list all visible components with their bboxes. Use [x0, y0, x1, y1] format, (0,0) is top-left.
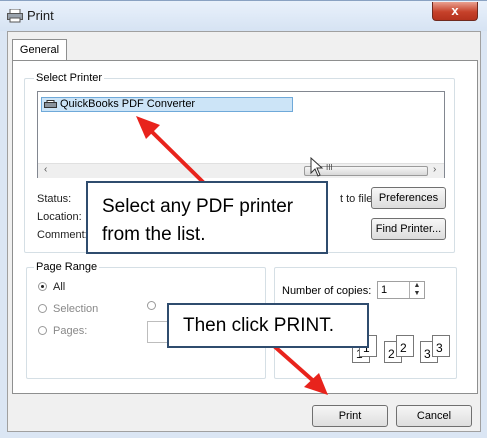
- spin-up-icon[interactable]: ▲: [414, 282, 421, 289]
- callout-click-print-text: Then click PRINT.: [183, 315, 334, 336]
- mouse-cursor-icon: [310, 156, 324, 180]
- radio-all[interactable]: All: [38, 281, 65, 293]
- page-range-label: Page Range: [34, 261, 100, 273]
- close-button[interactable]: x: [432, 2, 478, 21]
- radio-all-label: All: [53, 281, 66, 293]
- tab-general[interactable]: General: [12, 39, 67, 61]
- print-button[interactable]: Print: [312, 405, 388, 427]
- collate-page: 2: [396, 335, 414, 357]
- collate-page: 3: [432, 335, 450, 357]
- tab-general-label: General: [19, 44, 60, 56]
- printer-item-label: QuickBooks PDF Converter: [60, 98, 196, 110]
- print-dialog-window: Print x General Select Printer QuickBook…: [0, 0, 487, 438]
- close-icon: x: [451, 3, 459, 18]
- spin-down-icon[interactable]: ▼: [414, 290, 421, 297]
- radio-pages[interactable]: Pages:: [38, 325, 87, 337]
- radio-dot-icon: [38, 304, 47, 313]
- scroll-right-icon[interactable]: ›: [433, 164, 436, 175]
- printer-small-icon: [44, 100, 57, 109]
- status-label: Status:: [37, 193, 72, 205]
- radio-current-page[interactable]: [147, 301, 156, 310]
- radio-selection-label: Selection: [53, 303, 99, 315]
- printer-icon: [7, 8, 23, 23]
- callout-select-printer-text: Select any PDF printer from the list.: [102, 196, 294, 245]
- title-bar: Print x: [0, 1, 487, 31]
- printer-list-scrollbar[interactable]: ‹ ›: [38, 163, 444, 178]
- callout-click-print: Then click PRINT.: [167, 303, 369, 348]
- comment-label: Comment:: [37, 229, 88, 241]
- callout-select-printer: Select any PDF printer from the list.: [86, 181, 328, 254]
- number-of-copies-label: Number of copies:: [282, 285, 372, 297]
- find-printer-button[interactable]: Find Printer...: [371, 218, 446, 240]
- scrollbar-grip: III: [326, 163, 333, 172]
- radio-pages-label: Pages:: [53, 325, 88, 337]
- cancel-button[interactable]: Cancel: [396, 405, 472, 427]
- printer-item-quickbooks-pdf[interactable]: QuickBooks PDF Converter: [41, 97, 293, 112]
- scroll-left-icon[interactable]: ‹: [44, 164, 47, 175]
- radio-selection[interactable]: Selection: [38, 303, 98, 315]
- radio-dot-icon: [38, 326, 47, 335]
- print-to-file-label[interactable]: t to file: [340, 193, 372, 205]
- radio-dot-icon: [38, 282, 47, 291]
- select-printer-label: Select Printer: [34, 72, 105, 84]
- copies-spinner[interactable]: ▲ ▼: [409, 282, 424, 298]
- window-title: Print: [27, 8, 54, 23]
- preferences-button[interactable]: Preferences: [371, 187, 446, 209]
- location-label: Location:: [37, 211, 82, 223]
